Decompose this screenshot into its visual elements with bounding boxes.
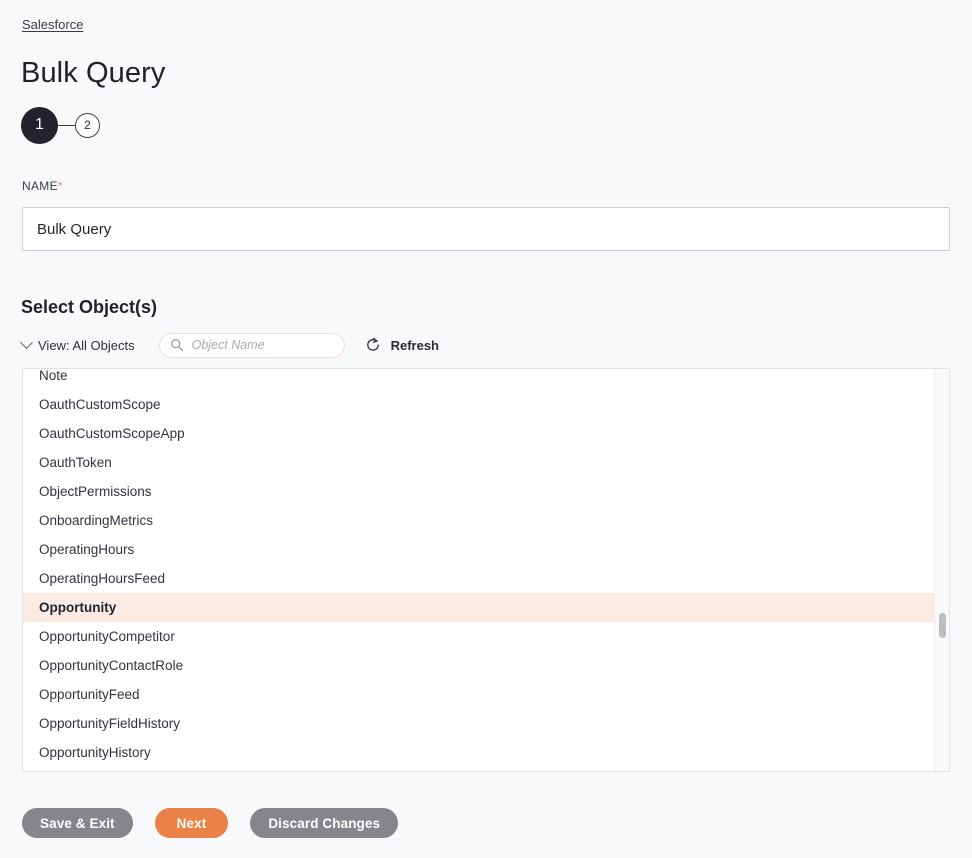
step-1-label: 1 <box>35 116 44 133</box>
next-button[interactable]: Next <box>154 808 229 838</box>
object-search <box>158 332 345 358</box>
step-2-label: 2 <box>84 118 91 132</box>
discard-changes-button[interactable]: Discard Changes <box>250 808 399 838</box>
stepper: 1 2 <box>21 106 100 144</box>
required-asterisk-icon: * <box>57 179 63 193</box>
object-list-item[interactable]: OnboardingMetrics <box>23 506 934 535</box>
object-list-item-label: OpportunityFeed <box>39 687 140 702</box>
refresh-label: Refresh <box>390 337 440 353</box>
view-filter-dropdown[interactable]: View: All Objects <box>20 332 135 358</box>
object-list-item-label: OnboardingMetrics <box>39 513 154 528</box>
object-list-item[interactable]: OpportunityFeed <box>23 680 934 709</box>
object-list-item-label: ObjectPermissions <box>39 484 152 499</box>
object-list-controls: View: All Objects Refresh <box>20 332 439 358</box>
object-list-item[interactable]: OauthCustomScopeApp <box>23 419 934 448</box>
breadcrumb-salesforce[interactable]: Salesforce <box>22 17 83 33</box>
bulk-query-page: Salesforce Bulk Query 1 2 NAME* Select O… <box>0 0 972 858</box>
object-list-item-label: OauthCustomScopeApp <box>39 426 185 441</box>
object-list-item[interactable]: OauthToken <box>23 448 934 477</box>
object-list-item-label: OauthCustomScope <box>39 397 161 412</box>
step-1[interactable]: 1 <box>21 106 58 144</box>
name-input[interactable] <box>22 207 950 251</box>
object-list-item[interactable]: OpportunityHistory <box>23 738 934 767</box>
object-list-item[interactable]: OpportunityContactRole <box>23 651 934 680</box>
name-field-label: NAME* <box>22 179 63 194</box>
refresh-icon <box>366 337 379 351</box>
object-list-item[interactable]: OpportunityCompetitor <box>23 622 934 651</box>
object-search-input[interactable] <box>158 332 345 358</box>
object-list-item[interactable]: ObjectPermissions <box>23 477 934 506</box>
object-list-item[interactable]: Opportunity <box>23 593 934 622</box>
object-list-scrollbar[interactable] <box>934 369 949 771</box>
object-list-item[interactable]: OperatingHours <box>23 535 934 564</box>
step-connector-line <box>58 124 75 126</box>
object-list-item-label: OperatingHoursFeed <box>39 571 166 586</box>
object-list-item[interactable]: Note <box>23 369 934 390</box>
view-filter-label: View: All Objects <box>38 337 135 353</box>
object-list-item-label: OauthToken <box>39 455 112 470</box>
object-list-item-label: OpportunityHistory <box>39 745 151 760</box>
refresh-button[interactable]: Refresh <box>365 332 439 358</box>
object-list-container: Note OauthCustomScope OauthCustomScopeApp O… <box>22 368 950 772</box>
object-list-item-label: OpportunityCompetitor <box>39 629 175 644</box>
object-list-item[interactable]: OauthCustomScope <box>23 390 934 419</box>
object-list-item[interactable]: OperatingHoursFeed <box>23 564 934 593</box>
name-label-text: NAME <box>22 179 58 193</box>
object-list-item-label: OpportunityFieldHistory <box>39 716 181 731</box>
object-list-item-label: OperatingHours <box>39 542 135 557</box>
page-title: Bulk Query <box>21 57 166 89</box>
chevron-down-icon <box>20 335 33 349</box>
object-list-item-label: Opportunity <box>39 600 117 615</box>
object-list-item-label: Note <box>39 369 68 383</box>
object-list-item-label: OpportunityContactRole <box>39 658 184 673</box>
object-list-item[interactable]: OpportunityFieldHistory <box>23 709 934 738</box>
save-and-exit-button[interactable]: Save & Exit <box>22 808 133 838</box>
object-list-body[interactable]: Note OauthCustomScope OauthCustomScopeApp O… <box>23 369 934 771</box>
object-list: Note OauthCustomScope OauthCustomScopeApp O… <box>23 369 934 767</box>
select-objects-heading: Select Object(s) <box>21 297 158 317</box>
object-list-scrollbar-thumb[interactable] <box>939 613 946 638</box>
footer-actions: Save & Exit Next Discard Changes <box>22 808 399 838</box>
step-2[interactable]: 2 <box>75 112 100 138</box>
